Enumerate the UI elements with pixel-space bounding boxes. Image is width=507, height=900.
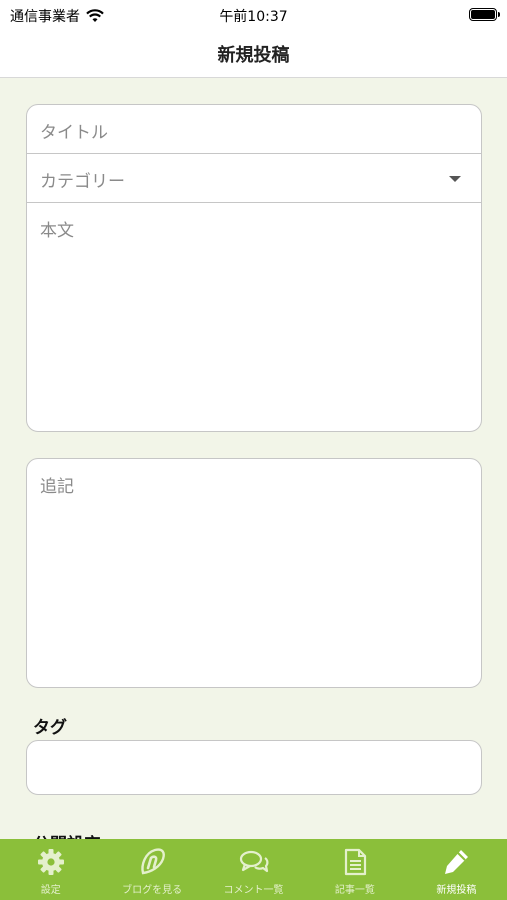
clock: 午前10:37 <box>219 9 288 25</box>
body-textarea[interactable]: 本文 <box>27 203 481 431</box>
tab-new-post[interactable]: 新規投稿 <box>406 839 507 900</box>
tab-label: 新規投稿 <box>436 885 477 896</box>
publish-settings-label: 公開設定 <box>33 830 101 839</box>
tab-label: 設定 <box>40 885 61 896</box>
page-title: 新規投稿 <box>217 44 290 66</box>
comments-icon <box>239 850 268 873</box>
tab-label: コメント一覧 <box>223 885 284 896</box>
tab-articles[interactable]: 記事一覧 <box>304 839 405 900</box>
post-form: タイトル カテゴリー 本文 追記 タグ 公開設定 <box>0 79 507 839</box>
tag-input[interactable] <box>26 740 482 795</box>
postscript-placeholder: 追記 <box>40 477 74 497</box>
tab-label: 記事一覧 <box>334 885 375 896</box>
navigation-bar: 新規投稿 <box>0 30 507 78</box>
postscript-textarea[interactable]: 追記 <box>26 458 482 688</box>
tab-label: ブログを見る <box>122 885 183 896</box>
category-placeholder: カテゴリー <box>40 172 125 192</box>
title-field[interactable]: タイトル <box>27 105 481 154</box>
pencil-icon <box>445 850 469 874</box>
document-icon <box>344 848 367 876</box>
blog-icon <box>141 848 166 875</box>
category-select[interactable]: カテゴリー <box>27 154 481 203</box>
main-field-group: タイトル カテゴリー 本文 <box>26 104 482 432</box>
tab-bar: 設定 ブログを見る コメント一覧 記事一覧 新規投稿 <box>0 839 507 900</box>
body-placeholder: 本文 <box>40 221 74 241</box>
tab-settings[interactable]: 設定 <box>0 839 101 900</box>
tag-label: タグ <box>33 718 67 738</box>
tab-view-blog[interactable]: ブログを見る <box>101 839 202 900</box>
gear-icon <box>37 849 64 875</box>
caret-down-icon <box>449 176 461 182</box>
status-bar: 通信事業者 午前10:37 <box>0 0 507 30</box>
title-placeholder: タイトル <box>40 123 108 143</box>
battery-icon <box>469 8 500 21</box>
tab-comments[interactable]: コメント一覧 <box>203 839 304 900</box>
